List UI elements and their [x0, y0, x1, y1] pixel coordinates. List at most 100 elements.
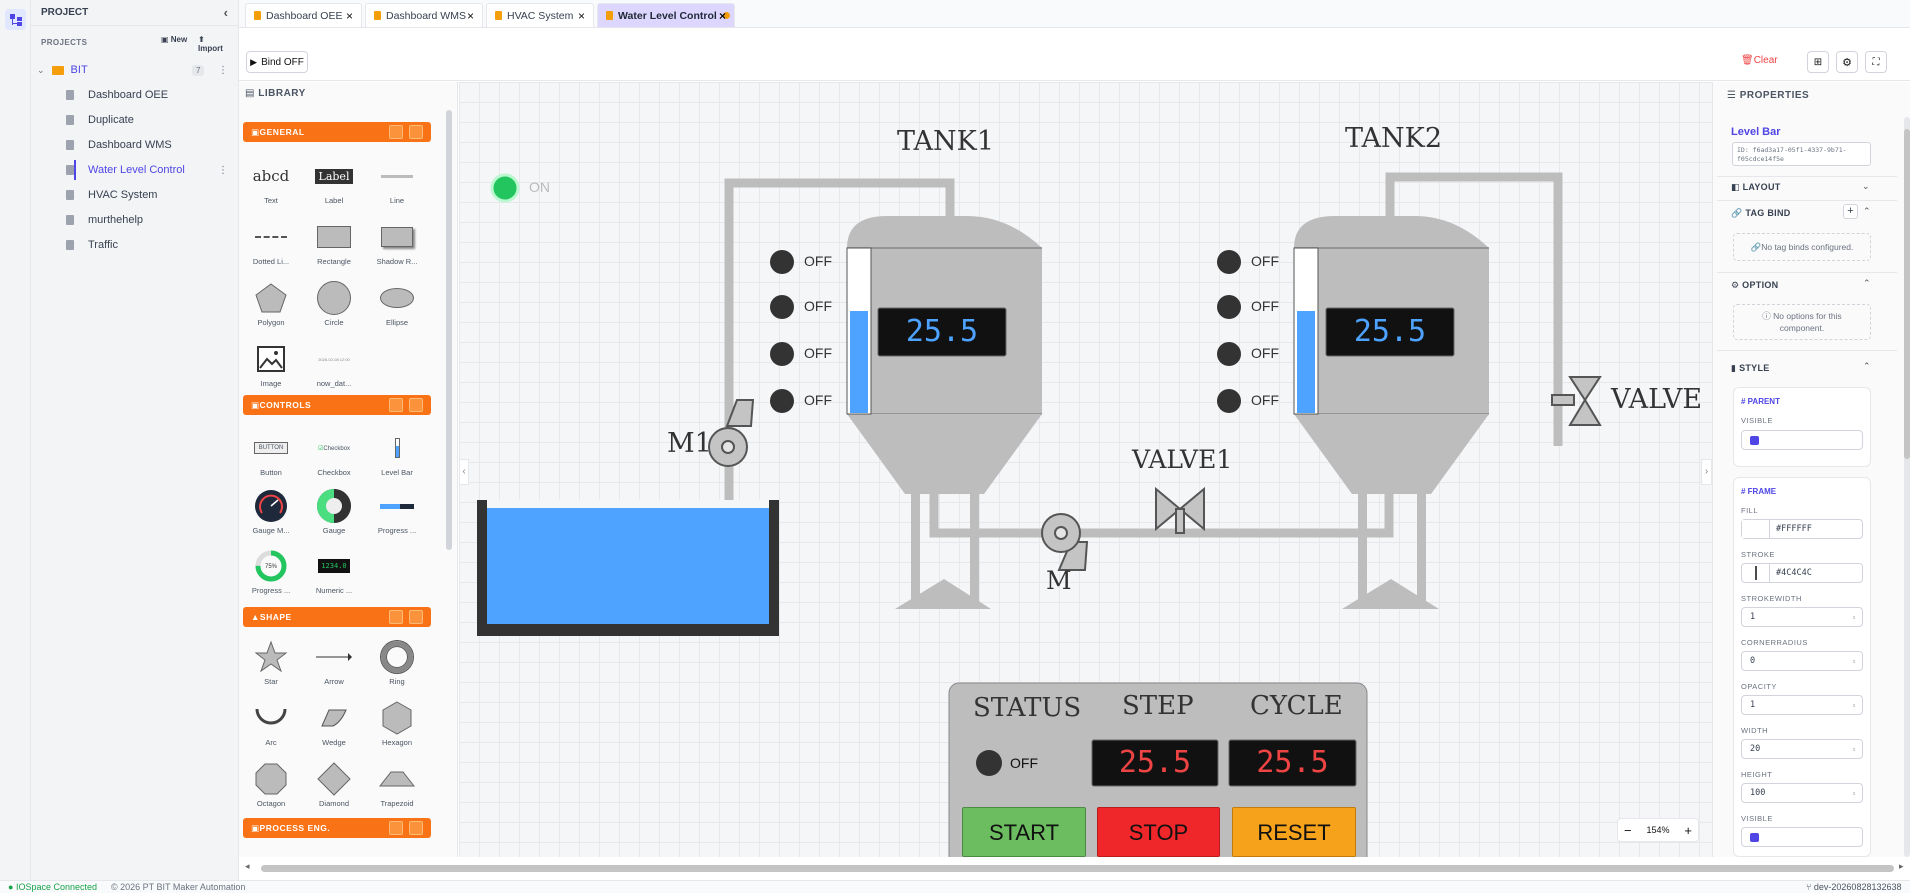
tab-dashboard-wms[interactable]: Dashboard WMS × [365, 3, 483, 27]
tab-hvac-system[interactable]: HVAC System × [486, 3, 594, 27]
lib-progress-ring[interactable]: 75% Progress ... [244, 546, 298, 595]
project-item[interactable]: Duplicate [31, 108, 239, 132]
lib-checkbox[interactable]: ☑Checkbox Checkbox [307, 428, 361, 478]
fullscreen-button[interactable]: ⛶ [1865, 51, 1887, 73]
option-section[interactable]: ⚙ OPTION [1731, 280, 1778, 291]
expand-right-icon[interactable]: › [1701, 459, 1712, 485]
copy-icon[interactable] [389, 125, 403, 139]
edit-icon[interactable] [409, 610, 423, 624]
lib-numeric[interactable]: 1234.0 Numeric ... [307, 546, 361, 595]
tab-water-level-control[interactable]: Water Level Control × [597, 3, 735, 27]
scroll-left-icon[interactable]: ◂ [245, 861, 250, 872]
parent-visible-checkbox[interactable] [1741, 430, 1863, 450]
add-tag-button[interactable]: + [1843, 204, 1858, 219]
app-logo-icon[interactable] [5, 9, 26, 30]
chevron-up-icon[interactable]: ⌃ [1863, 278, 1871, 289]
lib-wedge[interactable]: Wedge [307, 698, 361, 747]
lib-gauge-meter[interactable]: Gauge M... [244, 486, 298, 535]
lib-arc[interactable]: Arc [244, 698, 298, 747]
project-item-active[interactable]: Water Level Control ⋮ [31, 158, 239, 182]
lib-dotted-line[interactable]: Dotted Li... [244, 217, 298, 266]
category-shape[interactable]: ▲ SHAPE [243, 607, 431, 627]
collapse-panel-icon[interactable]: ‹ [224, 5, 228, 20]
project-item[interactable]: Dashboard WMS [31, 133, 239, 157]
lib-arrow[interactable]: Arrow [307, 637, 361, 686]
bind-toggle-button[interactable]: ▶ Bind OFF [246, 51, 308, 73]
close-icon[interactable]: × [578, 9, 585, 23]
copy-icon[interactable] [389, 821, 403, 835]
category-general[interactable]: ▣ GENERAL [243, 122, 431, 142]
close-icon[interactable]: × [467, 9, 474, 23]
lib-diamond[interactable]: Diamond [307, 759, 361, 808]
category-controls[interactable]: ▣ CONTROLS [243, 395, 431, 415]
style-section[interactable]: ▮ STYLE [1731, 363, 1770, 374]
lib-ring[interactable]: Ring [370, 637, 424, 686]
tag-bind-section[interactable]: 🔗 TAG BIND [1731, 208, 1791, 219]
lib-gauge[interactable]: Gauge [307, 486, 361, 535]
fill-swatch[interactable] [1742, 520, 1770, 538]
new-project-button[interactable]: ▣ New [161, 35, 187, 44]
grid-toggle-button[interactable]: ⊞ [1807, 51, 1829, 73]
opacity-input[interactable]: 1 ⇕ [1741, 695, 1863, 715]
lib-label[interactable]: Label Label [307, 156, 361, 205]
lib-shadow-rect[interactable]: Shadow R... [370, 217, 424, 266]
lib-circle[interactable]: Circle [307, 278, 361, 327]
edit-icon[interactable] [409, 398, 423, 412]
canvas-hscroll[interactable]: ◂ ▸ [245, 857, 1910, 880]
stepper-icon[interactable]: ⇕ [1852, 658, 1856, 665]
copy-icon[interactable] [389, 610, 403, 624]
copy-icon[interactable] [389, 398, 403, 412]
chevron-down-icon[interactable]: ⌄ [37, 65, 45, 76]
library-scrollbar[interactable] [446, 110, 452, 550]
fill-input[interactable]: #FFFFFF [1741, 519, 1863, 539]
edit-icon[interactable] [409, 821, 423, 835]
lib-image[interactable]: Image [244, 339, 298, 388]
stepper-icon[interactable]: ⇕ [1852, 614, 1856, 621]
item-menu-icon[interactable]: ⋮ [218, 165, 228, 176]
close-icon[interactable]: × [719, 9, 726, 23]
folder-bit[interactable]: ⌄ BIT 7 ⋮ [31, 58, 239, 82]
lib-hexagon[interactable]: Hexagon [370, 698, 424, 747]
project-item[interactable]: Dashboard OEE [31, 83, 239, 107]
lib-progress-bar[interactable]: Progress ... [370, 486, 424, 535]
folder-menu-icon[interactable]: ⋮ [218, 65, 228, 76]
lib-polygon[interactable]: Polygon [244, 278, 298, 327]
stroke-swatch[interactable] [1742, 564, 1770, 582]
import-project-button[interactable]: ⬆ Import [198, 35, 231, 53]
lib-now-date[interactable]: 2026-02-08 12:00 now_dat... [307, 339, 361, 389]
lib-text[interactable]: abcd Text [244, 156, 298, 205]
lib-rectangle[interactable]: Rectangle [307, 217, 361, 266]
stepper-icon[interactable]: ⇕ [1852, 702, 1856, 709]
lib-line[interactable]: Line [370, 156, 424, 205]
stepper-icon[interactable]: ⇕ [1852, 746, 1856, 753]
expand-left-icon[interactable]: ‹ [459, 459, 469, 485]
height-input[interactable]: 100 ⇕ [1741, 783, 1863, 803]
stroke-input[interactable]: #4C4C4C [1741, 563, 1863, 583]
edit-icon[interactable] [409, 125, 423, 139]
lib-ellipse[interactable]: Ellipse [370, 278, 424, 327]
tab-dashboard-oee[interactable]: Dashboard OEE × [245, 3, 362, 27]
project-item[interactable]: HVAC System [31, 183, 239, 207]
frame-visible-checkbox[interactable] [1741, 827, 1863, 847]
lib-star[interactable]: Star [244, 637, 298, 686]
chevron-up-icon[interactable]: ⌃ [1863, 361, 1871, 372]
chevron-down-icon[interactable]: ⌄ [1862, 181, 1870, 192]
width-input[interactable]: 20 ⇕ [1741, 739, 1863, 759]
lib-button[interactable]: BUTTON Button [244, 428, 298, 477]
stepper-icon[interactable]: ⇕ [1852, 790, 1856, 797]
hmi-canvas[interactable]: ON TANK1 TANK2 M1 M VALVE1 VALVE OFF OFF… [459, 82, 1712, 857]
scroll-right-icon[interactable]: ▸ [1899, 861, 1904, 872]
cornerradius-input[interactable]: 0 ⇕ [1741, 651, 1863, 671]
close-icon[interactable]: × [346, 9, 353, 23]
zoom-out-button[interactable]: − [1624, 823, 1632, 838]
clear-button[interactable]: 🗑Clear [1741, 55, 1778, 66]
settings-button[interactable]: ⚙ [1836, 51, 1858, 73]
lib-level-bar[interactable]: Level Bar [370, 428, 424, 477]
layout-section[interactable]: ◧ LAYOUT [1731, 182, 1781, 193]
start-button[interactable]: START [962, 807, 1086, 857]
project-item[interactable]: Traffic [31, 233, 239, 257]
zoom-in-button[interactable]: + [1684, 823, 1692, 838]
project-item[interactable]: murthehelp [31, 208, 239, 232]
category-process-eng[interactable]: ▣ PROCESS ENG. [243, 818, 431, 838]
reset-button[interactable]: RESET [1232, 807, 1356, 857]
